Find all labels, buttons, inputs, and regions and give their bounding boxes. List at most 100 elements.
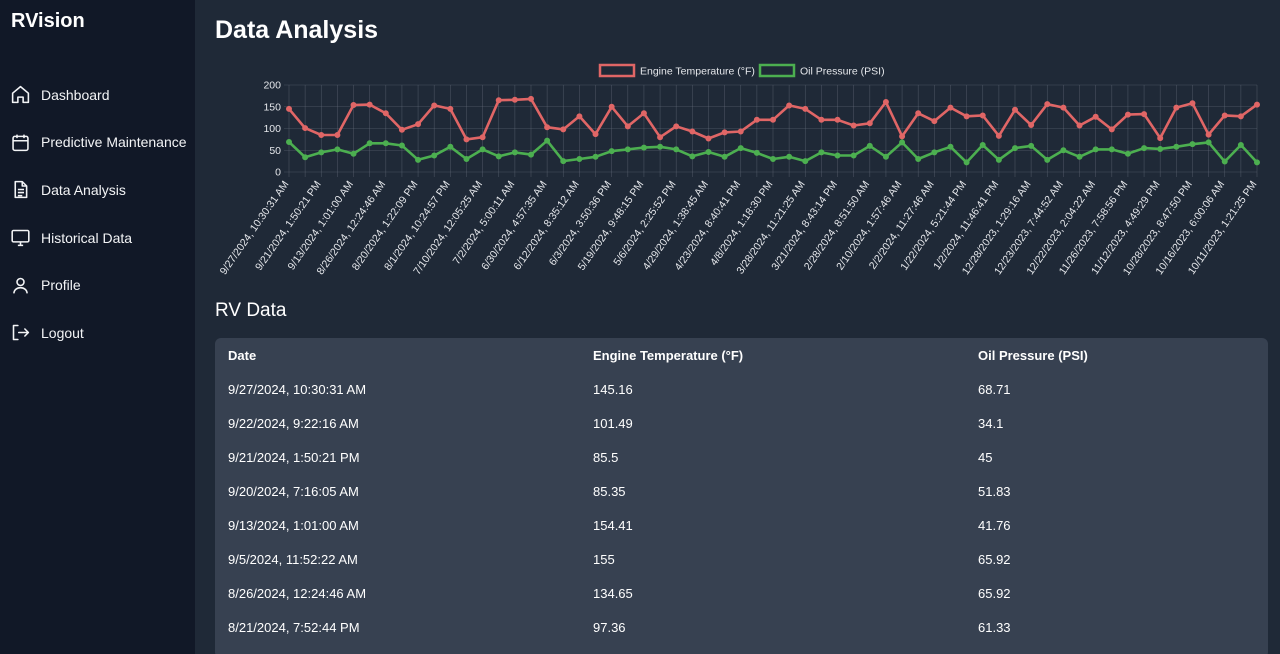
data-point bbox=[1124, 150, 1131, 157]
data-point bbox=[1012, 145, 1018, 152]
data-point bbox=[786, 102, 793, 109]
cell-date: 8/26/2024, 12:24:46 AM bbox=[228, 585, 367, 601]
table-row: 9/20/2024, 7:16:05 AM 85.35 51.83 bbox=[215, 474, 1268, 508]
section-title: RV Data bbox=[215, 300, 287, 321]
data-point bbox=[350, 102, 357, 109]
data-point bbox=[1108, 146, 1115, 153]
data-point bbox=[866, 120, 873, 127]
data-point bbox=[302, 125, 309, 132]
data-point bbox=[1221, 158, 1228, 165]
data-point bbox=[915, 110, 922, 117]
x-tick-label: 6/3/2024, 3:50:36 PM bbox=[547, 179, 614, 268]
cell-date: 8/21/2024, 7:52:44 PM bbox=[228, 619, 360, 635]
data-point bbox=[1237, 142, 1244, 149]
data-point bbox=[1076, 153, 1083, 160]
data-point bbox=[866, 142, 873, 149]
table-row: 9/22/2024, 9:22:16 AM 101.49 34.1 bbox=[215, 406, 1268, 440]
sidebar-item-profile[interactable]: Profile bbox=[0, 261, 195, 309]
data-point bbox=[1044, 156, 1051, 163]
data-point bbox=[979, 112, 986, 119]
cell-oil-pressure: 68.71 bbox=[978, 381, 1011, 397]
data-point bbox=[979, 142, 986, 149]
y-tick-label: 0 bbox=[275, 167, 281, 179]
cell-engine-temperature: 154.41 bbox=[593, 517, 633, 533]
data-point bbox=[431, 152, 438, 159]
cell-engine-temperature: 101.49 bbox=[593, 415, 633, 431]
sidebar-nav: Dashboard Predictive Maintenance Data An… bbox=[0, 71, 195, 357]
cell-date: 9/27/2024, 10:30:31 AM bbox=[228, 381, 367, 397]
data-point bbox=[286, 138, 292, 145]
table-row: 9/5/2024, 11:52:22 AM 155 65.92 bbox=[215, 542, 1268, 576]
data-point bbox=[1254, 101, 1260, 108]
cell-date: 9/5/2024, 11:52:22 AM bbox=[228, 551, 358, 567]
data-point bbox=[1044, 101, 1051, 108]
column-header-oil-pressure: Oil Pressure (PSI) bbox=[978, 347, 1088, 363]
data-point bbox=[624, 123, 631, 130]
data-point bbox=[721, 129, 728, 136]
data-point bbox=[689, 128, 696, 135]
data-point bbox=[931, 149, 938, 156]
data-point bbox=[915, 155, 922, 162]
data-point bbox=[415, 121, 422, 128]
data-point bbox=[1092, 113, 1099, 120]
data-point bbox=[511, 96, 518, 103]
data-point bbox=[608, 148, 615, 155]
sidebar-item-predictive-maintenance[interactable]: Predictive Maintenance bbox=[0, 119, 195, 167]
data-point bbox=[1092, 146, 1099, 153]
sidebar-item-historical-data[interactable]: Historical Data bbox=[0, 214, 195, 262]
data-point bbox=[721, 153, 728, 160]
data-point bbox=[624, 146, 631, 153]
table-row: 9/13/2024, 1:01:00 AM 154.41 41.76 bbox=[215, 508, 1268, 542]
y-tick-label: 50 bbox=[269, 145, 281, 157]
legend-label: Engine Temperature (°F) bbox=[640, 66, 755, 78]
cell-engine-temperature: 134.65 bbox=[593, 585, 633, 601]
data-point bbox=[1205, 131, 1212, 138]
cell-oil-pressure: 65.92 bbox=[978, 585, 1011, 601]
cell-oil-pressure: 51.83 bbox=[978, 483, 1011, 499]
data-point bbox=[657, 134, 664, 141]
sidebar: RVision Dashboard Predictive Maintenance… bbox=[0, 0, 195, 654]
data-point bbox=[770, 155, 776, 162]
data-point bbox=[1205, 139, 1212, 146]
cell-date: 9/22/2024, 9:22:16 AM bbox=[228, 415, 359, 431]
data-point bbox=[447, 105, 454, 112]
sidebar-item-data-analysis[interactable]: Data Analysis bbox=[0, 166, 195, 214]
data-point bbox=[495, 97, 502, 104]
data-point bbox=[1189, 100, 1196, 107]
data-point bbox=[705, 135, 712, 142]
y-tick-label: 200 bbox=[263, 80, 281, 92]
calendar-icon bbox=[12, 134, 29, 152]
cell-engine-temperature: 97.36 bbox=[593, 619, 626, 635]
data-point bbox=[302, 154, 309, 161]
data-point bbox=[689, 153, 696, 160]
legend-swatch bbox=[758, 63, 796, 78]
data-point bbox=[850, 122, 857, 129]
brand-logo[interactable]: RVision bbox=[11, 10, 85, 33]
x-tick-label: 7/2/2024, 5:00:11 AM bbox=[451, 179, 518, 267]
data-point bbox=[350, 150, 357, 157]
table-header-row: Date Engine Temperature (°F) Oil Pressur… bbox=[215, 338, 1268, 372]
data-point bbox=[463, 155, 470, 162]
monitor-icon bbox=[11, 229, 30, 247]
data-point bbox=[1108, 126, 1115, 133]
data-point bbox=[398, 126, 405, 133]
table-row: 8/26/2024, 12:24:46 AM 134.65 65.92 bbox=[215, 576, 1268, 610]
sidebar-item-logout[interactable]: Logout bbox=[0, 309, 195, 357]
data-point bbox=[431, 102, 438, 109]
column-header-engine-temperature: Engine Temperature (°F) bbox=[593, 347, 744, 363]
data-point bbox=[1060, 104, 1067, 111]
data-point bbox=[1237, 113, 1244, 120]
data-point bbox=[1028, 142, 1035, 149]
data-point bbox=[1173, 143, 1180, 150]
data-point bbox=[1141, 111, 1148, 118]
data-point bbox=[640, 110, 647, 117]
data-point bbox=[1173, 104, 1180, 111]
line-chart: 0501001502009/27/2024, 10:30:31 AM9/21/2… bbox=[218, 63, 1260, 278]
sidebar-item-label: Predictive Maintenance bbox=[41, 134, 187, 151]
sidebar-item-dashboard[interactable]: Dashboard bbox=[0, 71, 195, 119]
cell-engine-temperature: 155 bbox=[593, 551, 615, 567]
data-point bbox=[640, 144, 647, 151]
data-point bbox=[657, 143, 664, 150]
data-point bbox=[947, 104, 954, 111]
data-point bbox=[447, 143, 454, 150]
